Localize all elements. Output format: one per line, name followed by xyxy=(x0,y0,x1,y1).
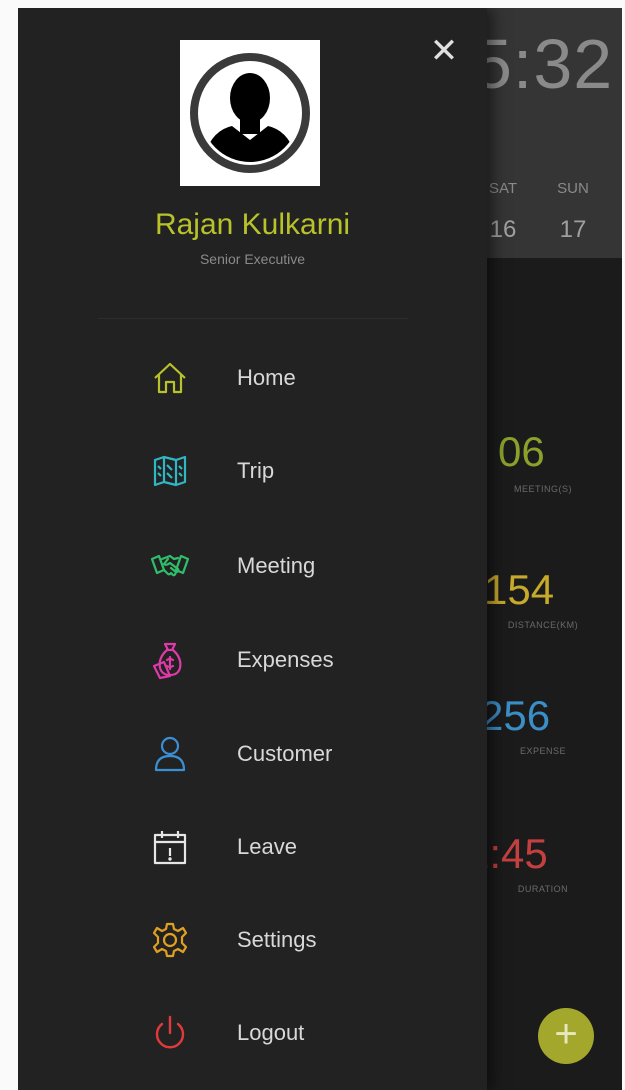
gear-icon xyxy=(148,918,192,962)
user-icon xyxy=(148,732,192,776)
map-icon xyxy=(148,449,192,493)
meetings-count: 06 xyxy=(498,428,545,475)
menu-label-home: Home xyxy=(237,365,296,390)
home-icon xyxy=(148,356,192,400)
add-button[interactable]: + xyxy=(538,1008,594,1064)
divider xyxy=(98,318,408,319)
menu-item-meeting[interactable]: Meeting xyxy=(148,536,448,596)
menu-label-trip: Trip xyxy=(237,458,275,483)
menu-label-leave: Leave xyxy=(237,834,297,859)
menu-item-logout[interactable]: Logout xyxy=(148,1003,448,1063)
calendar-icon xyxy=(148,825,192,869)
menu-item-leave[interactable]: Leave xyxy=(148,817,448,877)
weekday-label: SUN xyxy=(557,180,589,197)
menu-label-logout: Logout xyxy=(237,1020,305,1045)
menu-item-settings[interactable]: Settings xyxy=(148,910,448,970)
distance-label: DISTANCE(km) xyxy=(507,620,579,630)
menu-label-customer: Customer xyxy=(237,741,333,766)
menu-item-customer[interactable]: Customer xyxy=(148,724,448,784)
expense-label: EXPENSE xyxy=(519,746,567,756)
money-bag-icon xyxy=(148,638,192,682)
duration-label: DURATION xyxy=(517,884,569,894)
clock-time: 5:32 xyxy=(473,25,614,103)
plus-icon: + xyxy=(554,1012,578,1056)
close-icon: ✕ xyxy=(429,32,459,70)
navigation-drawer: ✕ Rajan Kulkarni Senior Executive Home T… xyxy=(18,8,487,1090)
weekday-label: SAT xyxy=(488,180,518,197)
menu-label-meeting: Meeting xyxy=(237,553,316,578)
close-button[interactable]: ✕ xyxy=(426,34,462,70)
menu-item-home[interactable]: Home xyxy=(148,348,448,408)
menu-item-trip[interactable]: Trip xyxy=(148,441,448,501)
menu-label-settings: Settings xyxy=(237,927,317,952)
distance-value: 154 xyxy=(484,566,555,613)
power-icon xyxy=(148,1011,192,1055)
user-role: Senior Executive xyxy=(199,251,306,267)
user-name: Rajan Kulkarni xyxy=(154,208,351,241)
app-screen: 5:32 SAT 16 SUN 17 06 MEETING(S) 154 DIS… xyxy=(18,8,622,1090)
handshake-icon xyxy=(148,544,192,588)
expense-value: 256 xyxy=(480,692,551,739)
menu-label-expenses: Expenses xyxy=(237,647,334,672)
user-silhouette-icon xyxy=(180,40,320,186)
weekday-date[interactable]: 17 xyxy=(551,216,595,244)
meetings-label: MEETING(S) xyxy=(514,484,572,494)
menu-item-expenses[interactable]: Expenses xyxy=(148,630,448,690)
weekday-date[interactable]: 16 xyxy=(481,216,525,244)
avatar xyxy=(180,40,320,186)
